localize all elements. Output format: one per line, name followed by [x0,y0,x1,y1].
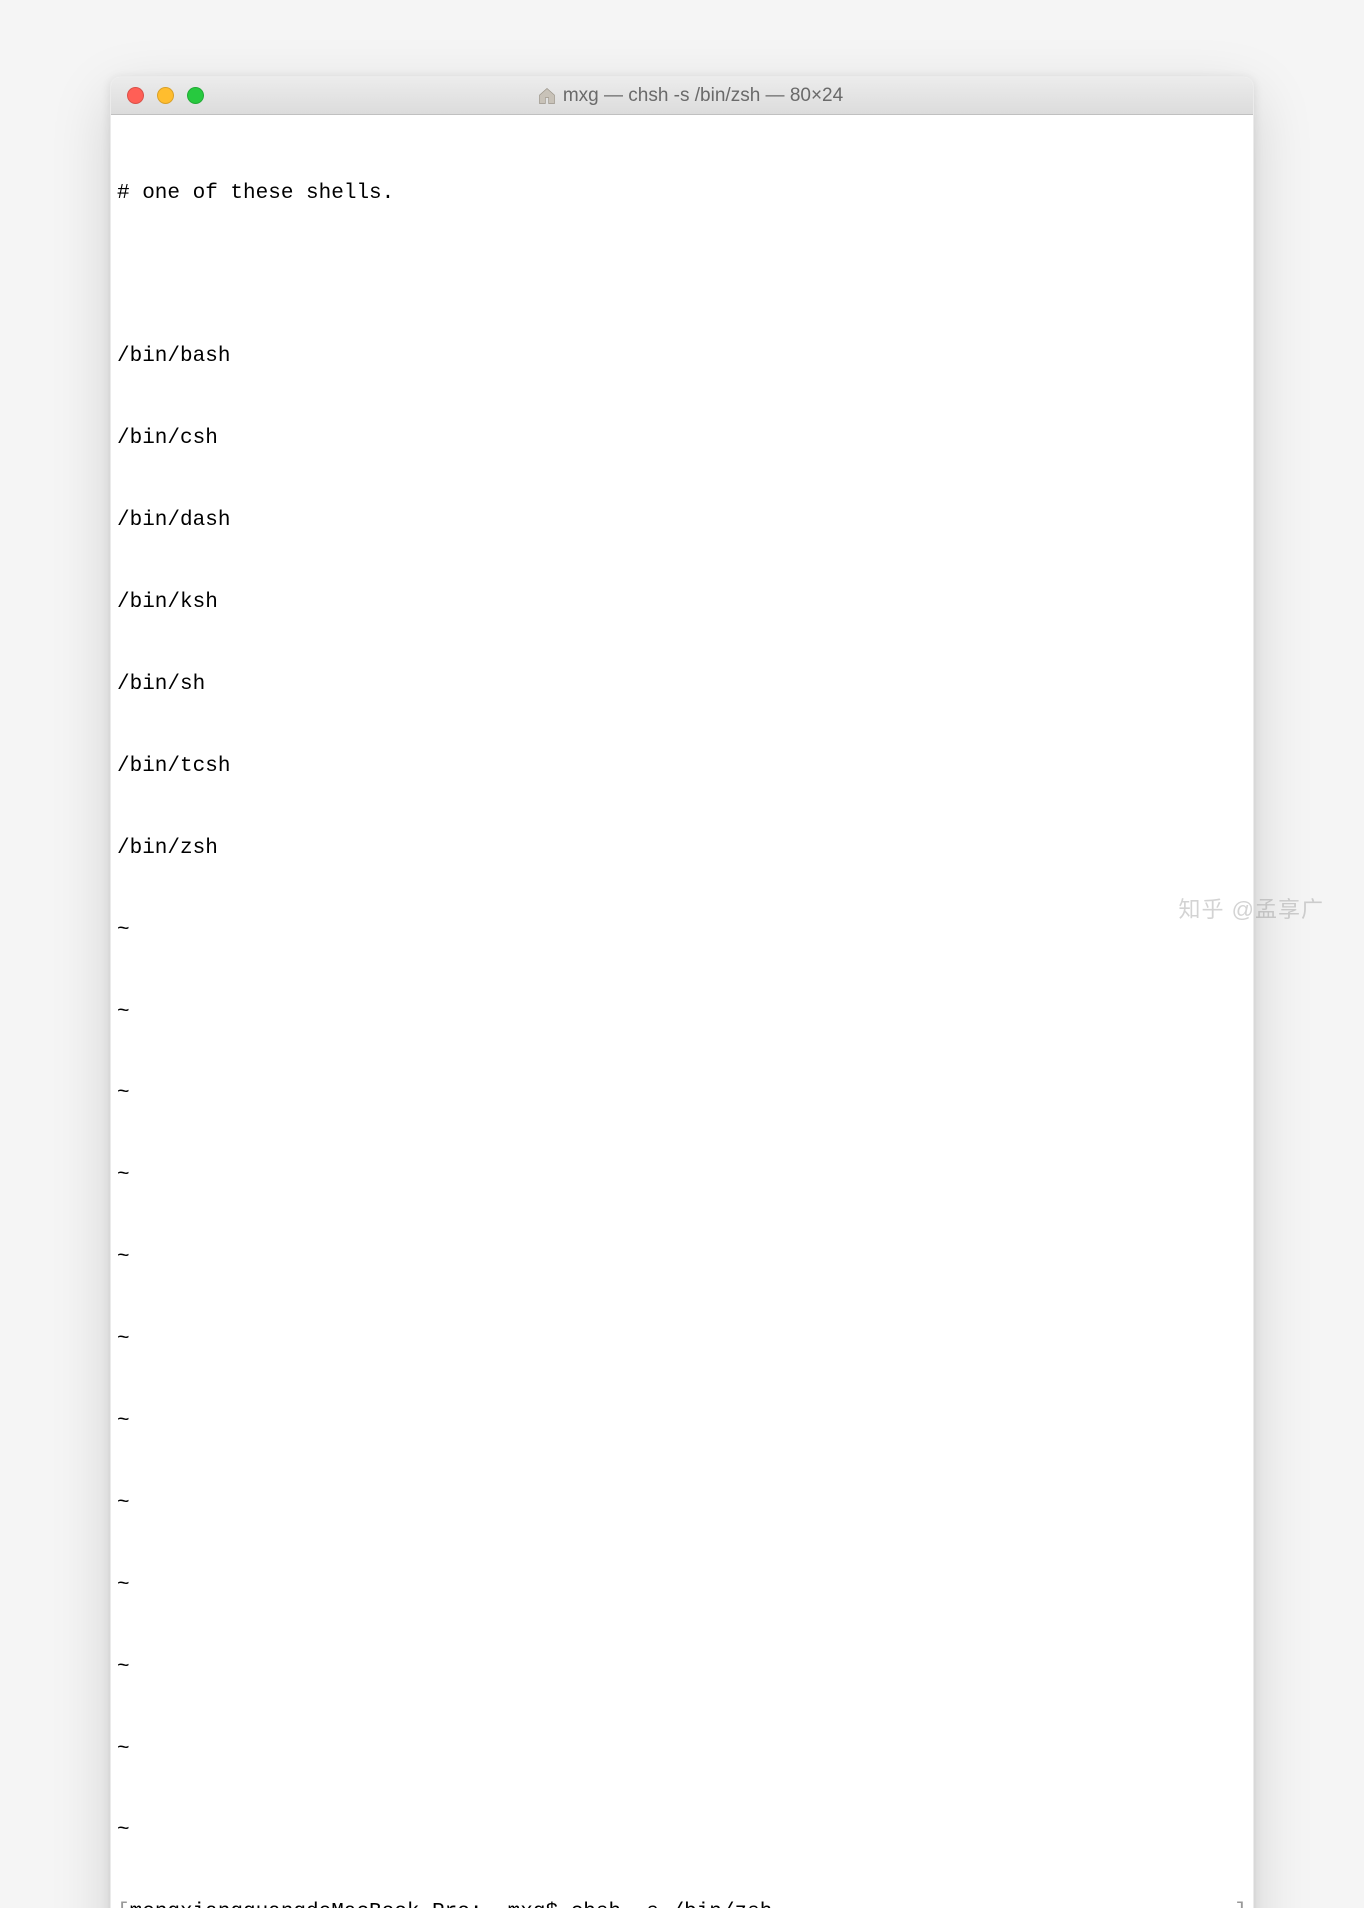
prompt-command: chsh -s /bin/zsh [571,1899,773,1908]
terminal-line: ~ [117,1244,1247,1271]
terminal-line: ~ [117,1408,1247,1435]
terminal-line: ~ [117,1572,1247,1599]
maximize-button[interactable] [187,87,204,104]
minimize-button[interactable] [157,87,174,104]
terminal-body[interactable]: # one of these shells. /bin/bash /bin/cs… [111,115,1253,1908]
window-title: mxg — chsh -s /bin/zsh — 80×24 [563,85,843,107]
terminal-line: ~ [117,1490,1247,1517]
close-button[interactable] [127,87,144,104]
terminal-line: /bin/bash [117,343,1247,370]
home-icon [537,86,557,106]
terminal-line: ~ [117,917,1247,944]
bracket-right: ] [1234,1899,1247,1908]
terminal-line: /bin/ksh [117,589,1247,616]
terminal-line: ~ [117,1326,1247,1353]
terminal-line: /bin/tcsh [117,753,1247,780]
traffic-lights [127,87,204,104]
terminal-line: ~ [117,1162,1247,1189]
window-title-wrap: mxg — chsh -s /bin/zsh — 80×24 [127,85,1253,107]
terminal-line: /bin/zsh [117,835,1247,862]
prompt-line: [mengxiangguangdeMacBook-Pro:~ mxg$ chsh… [117,1899,1247,1908]
terminal-window: mxg — chsh -s /bin/zsh — 80×24 # one of … [110,76,1254,1908]
titlebar[interactable]: mxg — chsh -s /bin/zsh — 80×24 [111,77,1253,115]
terminal-line: ~ [117,1736,1247,1763]
terminal-line: /bin/sh [117,671,1247,698]
terminal-line: /bin/dash [117,507,1247,534]
terminal-line [117,261,1247,288]
watermark: 知乎 @孟享广 [1179,892,1324,924]
prompt-host: mengxiangguangdeMacBook-Pro:~ mxg$ [130,1899,571,1908]
terminal-line: ~ [117,1080,1247,1107]
terminal-line: /bin/csh [117,425,1247,452]
terminal-line: # one of these shells. [117,180,1247,207]
terminal-line: ~ [117,999,1247,1026]
terminal-line: ~ [117,1817,1247,1844]
terminal-line: ~ [117,1654,1247,1681]
bracket-left: [ [117,1899,130,1908]
